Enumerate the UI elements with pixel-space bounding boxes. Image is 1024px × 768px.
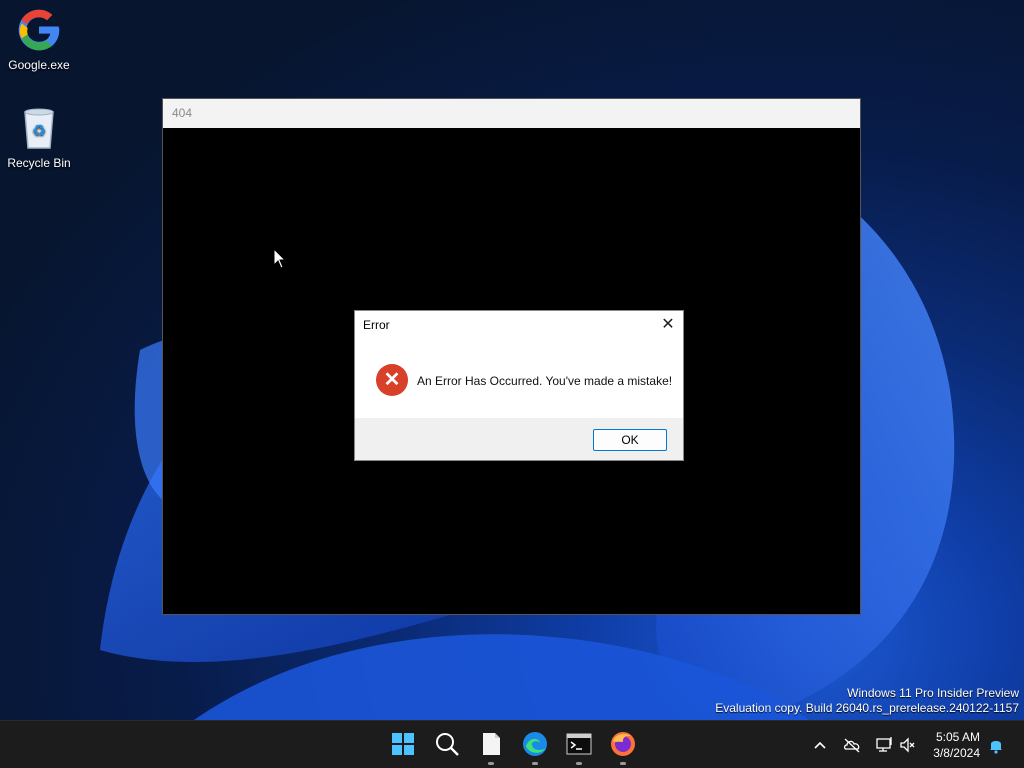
desktop-icon-google[interactable]: Google.exe	[1, 6, 77, 72]
running-indicator	[488, 762, 494, 765]
running-indicator	[532, 762, 538, 765]
running-indicator	[620, 762, 626, 765]
window-title-bar[interactable]: 404	[163, 99, 860, 128]
watermark-line-1: Windows 11 Pro Insider Preview	[847, 686, 1019, 700]
notification-bell-icon[interactable]	[986, 735, 1006, 755]
dialog-title: Error	[363, 318, 390, 332]
clock-time: 5:05 AM	[935, 730, 980, 744]
desktop-icon-label: Recycle Bin	[7, 156, 71, 170]
edge-icon[interactable]	[520, 729, 550, 765]
google-icon	[15, 6, 63, 54]
recycle-bin-icon: ♻	[15, 104, 63, 152]
desktop-icon-label: Google.exe	[8, 58, 70, 72]
desktop-icon-recycle-bin[interactable]: ♻ Recycle Bin	[1, 104, 77, 170]
ok-button[interactable]: OK	[593, 429, 667, 451]
dialog-footer: OK	[355, 418, 683, 460]
clock-date: 3/8/2024	[933, 746, 980, 760]
error-icon: ✕	[376, 364, 408, 396]
dialog-message-area: ✕ An Error Has Occurred. You've made a m…	[355, 340, 683, 418]
error-dialog: Error ✕ ✕ An Error Has Occurred. You've …	[355, 311, 683, 460]
network-icon[interactable]	[874, 735, 894, 755]
volume-muted-icon[interactable]	[898, 735, 918, 755]
taskbar-clock[interactable]: 5:05 AM 3/8/2024	[933, 729, 980, 761]
svg-text:♻: ♻	[32, 121, 46, 140]
chevron-up-icon[interactable]	[810, 735, 830, 755]
terminal-icon[interactable]	[564, 729, 594, 765]
error-message: An Error Has Occurred. You've made a mis…	[417, 374, 673, 388]
firefox-icon[interactable]	[608, 729, 638, 765]
watermark-line-2: Evaluation copy. Build 26040.rs_prerelea…	[715, 701, 1019, 715]
taskbar: 5:05 AM 3/8/2024	[0, 720, 1024, 768]
running-indicator	[576, 762, 582, 765]
onedrive-off-icon[interactable]	[842, 735, 862, 755]
close-icon[interactable]: ✕	[657, 314, 679, 336]
search-icon[interactable]	[432, 729, 462, 759]
file-explorer-icon[interactable]	[476, 729, 506, 765]
windows-start-icon[interactable]	[388, 729, 418, 759]
